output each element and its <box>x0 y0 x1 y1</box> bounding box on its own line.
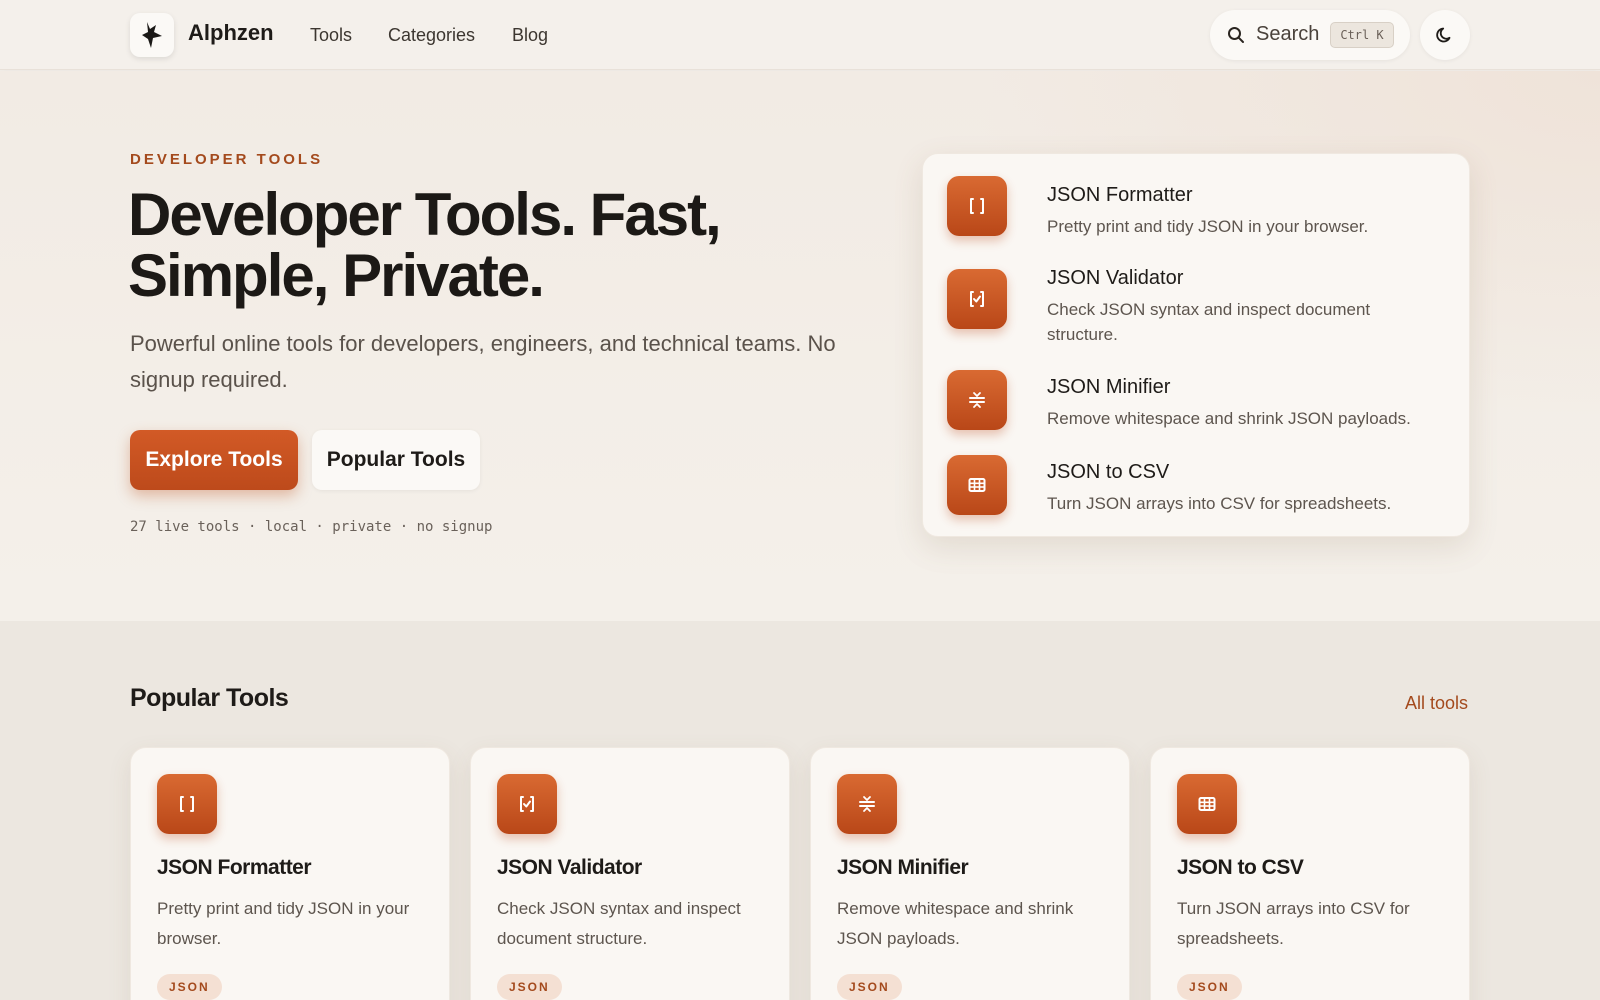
featured-tool-description: Check JSON syntax and inspect document s… <box>1047 300 1371 344</box>
popular-tools-heading: Popular Tools <box>130 684 289 712</box>
popular-tools-button[interactable]: Popular Tools <box>312 430 480 490</box>
hero-subcopy: Powerful online tools for developers, en… <box>130 331 836 392</box>
search-button[interactable]: Search Ctrl K <box>1210 10 1410 60</box>
compress-icon <box>837 774 897 834</box>
tool-card-description: Check JSON syntax and inspect document s… <box>497 899 741 948</box>
check-icon <box>497 774 557 834</box>
tool-card-tag: JSON <box>157 974 222 1000</box>
nav-link-blog[interactable]: Blog <box>512 25 548 46</box>
featured-tool-json-to-csv[interactable]: JSON to CSV Turn JSON arrays into CSV fo… <box>947 455 1447 525</box>
compress-icon <box>947 370 1007 430</box>
search-icon <box>1228 27 1244 43</box>
search-shortcut-badge: Ctrl K <box>1330 22 1394 48</box>
table-icon <box>947 455 1007 515</box>
featured-tool-title: JSON to CSV <box>1047 461 1170 483</box>
tool-card-description: Remove whitespace and shrink JSON payloa… <box>837 899 1074 948</box>
tool-card-description: Pretty print and tidy JSON in your brows… <box>157 899 410 948</box>
featured-tool-title: JSON Minifier <box>1047 376 1171 398</box>
featured-tool-json-minifier[interactable]: JSON Minifier Remove whitespace and shri… <box>947 370 1447 440</box>
tool-card-json-minifier[interactable]: JSON Minifier Remove whitespace and shri… <box>810 747 1130 1000</box>
tool-card-title: JSON Validator <box>497 856 642 879</box>
tool-card-json-validator[interactable]: JSON Validator Check JSON syntax and ins… <box>470 747 790 1000</box>
tool-card-title: JSON Formatter <box>157 856 312 879</box>
moon-icon <box>1436 27 1451 43</box>
top-navigation-bar: Alphzen Tools Categories Blog Search Ctr… <box>0 0 1600 70</box>
theme-toggle-button[interactable] <box>1420 10 1470 60</box>
table-icon <box>1177 774 1237 834</box>
explore-tools-button[interactable]: Explore Tools <box>130 430 298 490</box>
featured-tool-title: JSON Formatter <box>1047 184 1193 206</box>
featured-tool-description: Remove whitespace and shrink JSON payloa… <box>1047 409 1411 428</box>
brackets-icon <box>947 176 1007 236</box>
nav-link-categories[interactable]: Categories <box>388 25 475 46</box>
fox-logo-icon <box>142 22 162 48</box>
tool-card-tag: JSON <box>497 974 562 1000</box>
brand-name[interactable]: Alphzen <box>188 20 274 46</box>
check-icon <box>947 269 1007 329</box>
hero-headline: Developer Tools. Fast, Simple, Private. <box>128 184 888 306</box>
headline-line-1: Developer Tools. Fast, <box>128 181 722 248</box>
nav-link-tools[interactable]: Tools <box>310 25 352 46</box>
brand-logo[interactable] <box>130 13 174 57</box>
hero-meta-line: 27 live tools · local · private · no sig… <box>130 519 493 535</box>
tool-card-title: JSON Minifier <box>837 856 969 879</box>
all-tools-link[interactable]: All tools <box>1405 693 1468 714</box>
featured-tool-description: Turn JSON arrays into CSV for spreadshee… <box>1047 494 1392 513</box>
tool-card-json-formatter[interactable]: JSON Formatter Pretty print and tidy JSO… <box>130 747 450 1000</box>
tool-card-json-to-csv[interactable]: JSON to CSV Turn JSON arrays into CSV fo… <box>1150 747 1470 1000</box>
tool-card-title: JSON to CSV <box>1177 856 1304 879</box>
headline-line-2: Simple, Private. <box>128 242 545 309</box>
featured-tools-panel: JSON Formatter Pretty print and tidy JSO… <box>922 153 1470 537</box>
featured-tool-title: JSON Validator <box>1047 267 1184 289</box>
brackets-icon <box>157 774 217 834</box>
tool-card-tag: JSON <box>1177 974 1242 1000</box>
search-label: Search <box>1256 23 1320 45</box>
hero-eyebrow: DEVELOPER TOOLS <box>130 151 324 168</box>
featured-tool-json-formatter[interactable]: JSON Formatter Pretty print and tidy JSO… <box>947 176 1447 246</box>
featured-tool-json-validator[interactable]: JSON Validator Check JSON syntax and ins… <box>947 267 1447 359</box>
tool-card-tag: JSON <box>837 974 902 1000</box>
featured-tool-description: Pretty print and tidy JSON in your brows… <box>1047 217 1369 236</box>
tool-card-description: Turn JSON arrays into CSV for spreadshee… <box>1177 899 1410 948</box>
